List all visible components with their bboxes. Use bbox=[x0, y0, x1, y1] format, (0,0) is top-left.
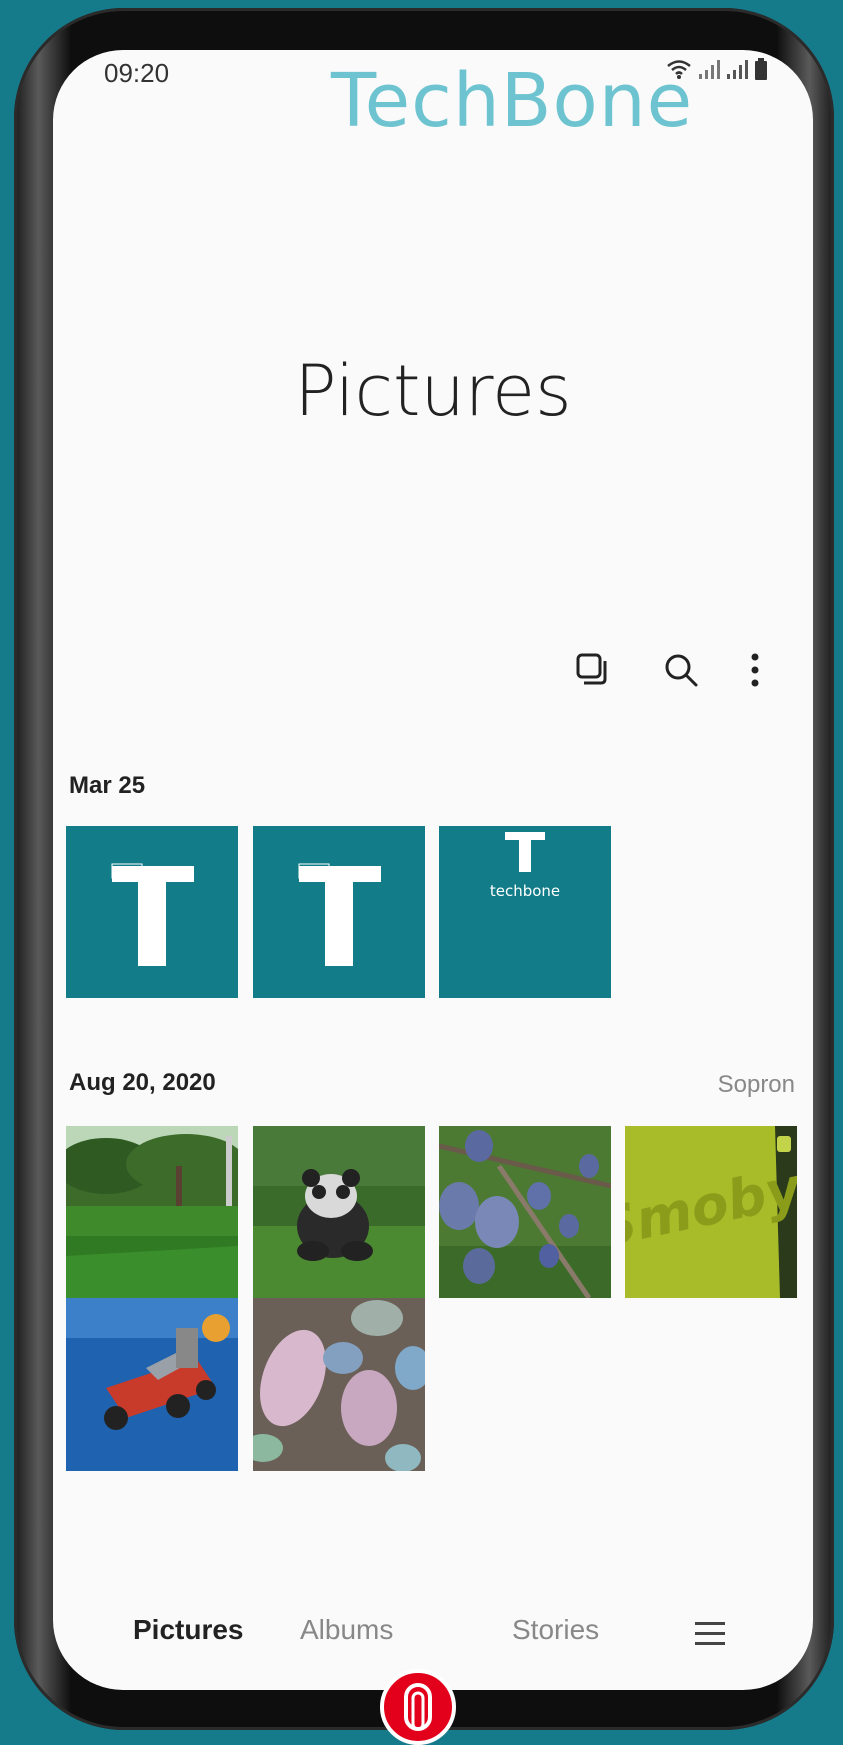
thumbnail[interactable] bbox=[66, 1298, 238, 1471]
status-time: 09:20 bbox=[104, 58, 170, 88]
more-vert-icon[interactable] bbox=[725, 640, 785, 700]
thumbnail[interactable] bbox=[253, 826, 425, 998]
thumbnail[interactable] bbox=[66, 1126, 238, 1298]
techbone-watermark: TechBone bbox=[331, 58, 694, 144]
screen: 09:20 TechBone Pictures Mar 25 techbone … bbox=[53, 50, 813, 1690]
thumbnail[interactable]: Smoby bbox=[625, 1126, 797, 1298]
section-date: Aug 20, 2020 bbox=[69, 1069, 216, 1096]
select-icon[interactable] bbox=[563, 640, 623, 700]
page-title: Pictures bbox=[294, 350, 572, 432]
thumbnail[interactable] bbox=[66, 826, 238, 998]
techbone-logo-text: techbone bbox=[490, 882, 560, 900]
tab-albums[interactable]: Albums bbox=[300, 1614, 393, 1646]
tab-pictures[interactable]: Pictures bbox=[133, 1614, 244, 1646]
thumbnail[interactable] bbox=[439, 1126, 611, 1298]
thumbnail[interactable] bbox=[253, 1298, 425, 1471]
search-icon[interactable] bbox=[651, 640, 711, 700]
signal-icon-2 bbox=[727, 60, 748, 79]
menu-icon[interactable] bbox=[694, 1620, 726, 1653]
section-location: Sopron bbox=[717, 1071, 795, 1098]
battery-icon bbox=[755, 58, 767, 80]
section-date: Mar 25 bbox=[69, 772, 146, 799]
toolbar bbox=[53, 640, 813, 700]
home-button[interactable] bbox=[380, 1669, 456, 1745]
thumbnail[interactable] bbox=[253, 1126, 425, 1298]
tab-stories[interactable]: Stories bbox=[512, 1614, 599, 1646]
thumbnail[interactable]: techbone bbox=[439, 826, 611, 998]
signal-icon bbox=[699, 60, 720, 79]
